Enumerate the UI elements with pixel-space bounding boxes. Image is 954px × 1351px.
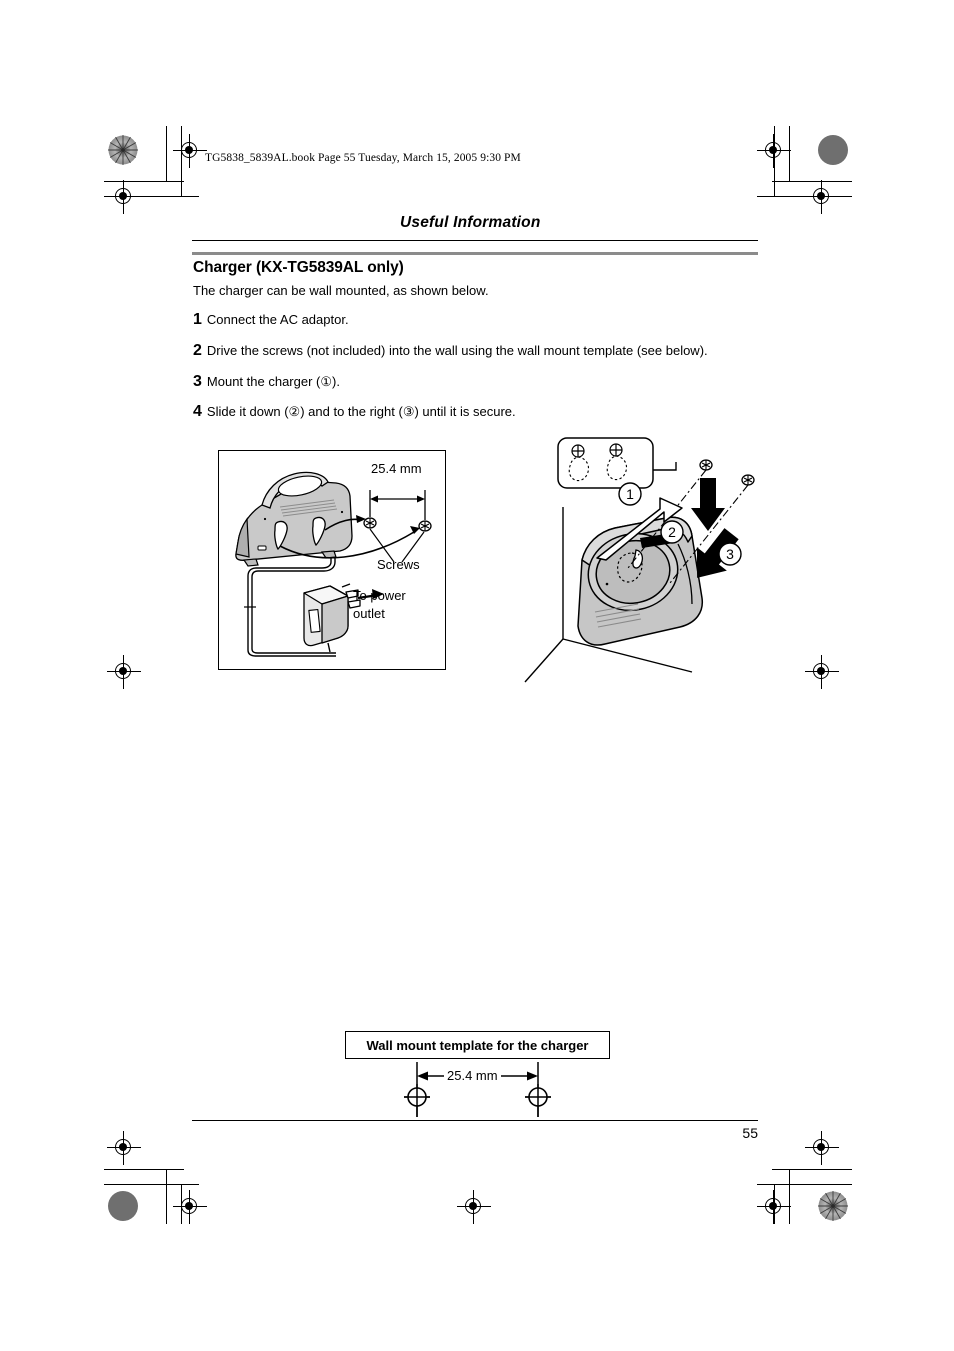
wall-mount-template-dimension-label: 25.4 mm <box>444 1068 501 1083</box>
step-1: 1 Connect the AC adaptor. <box>193 311 349 329</box>
crop-mark-bottom-left-h2 <box>104 1184 199 1186</box>
svg-text:2: 2 <box>668 524 676 540</box>
figure-left-screws-label: Screws <box>377 557 420 572</box>
step-1-number: 1 <box>193 311 202 328</box>
registration-mark-top-left-outer <box>107 180 141 214</box>
step-3-number: 3 <box>193 373 202 390</box>
crop-mark-top-left-v <box>166 126 168 181</box>
crop-mark-bottom-right-h <box>772 1169 852 1171</box>
screw-head-right <box>418 520 432 532</box>
figure-left-dimension-label: 25.4 mm <box>371 461 422 476</box>
wall-screw-lower <box>741 474 755 486</box>
intro-paragraph: The charger can be wall mounted, as show… <box>193 283 489 298</box>
step-1-text: Connect the AC adaptor. <box>206 312 349 327</box>
registration-mark-bottom-left-outer <box>107 1131 141 1165</box>
book-filename-line: TG5838_5839AL.book Page 55 Tuesday, Marc… <box>205 152 521 164</box>
figure-charger-wall-mount: 1 2 3 <box>524 437 755 683</box>
wall-template-card <box>557 437 677 489</box>
crop-mark-bottom-left-v <box>166 1169 168 1224</box>
section-rule <box>192 252 758 256</box>
wall-mount-template-caption: Wall mount template for the charger <box>366 1037 589 1053</box>
callout-circle-2: 2 <box>660 520 684 544</box>
figure-left-power-outlet-label-line2: outlet <box>353 606 385 621</box>
solid-dot-target-bottom-left <box>108 1191 138 1221</box>
registration-mark-bottom-right-outer <box>805 1131 839 1165</box>
svg-text:3: 3 <box>726 546 734 562</box>
callout-circle-1: 1 <box>618 482 642 506</box>
registration-mark-bottom-inner-right <box>757 1190 791 1224</box>
registration-mark-top-inner-left <box>173 134 207 168</box>
svg-text:1: 1 <box>626 486 634 502</box>
halftone-star-target-bottom-right <box>818 1191 848 1221</box>
footer-rule <box>192 1120 758 1122</box>
page-number: 55 <box>742 1125 758 1141</box>
step-2: 2 Drive the screws (not included) into th… <box>193 342 708 360</box>
document-page: TG5838_5839AL.book Page 55 Tuesday, Marc… <box>0 0 954 1351</box>
registration-mark-bottom-center <box>457 1190 491 1224</box>
halftone-star-target-top-left <box>108 135 138 165</box>
registration-mark-bottom-inner-left <box>173 1190 207 1224</box>
solid-dot-target-top-right <box>818 135 848 165</box>
wall-mount-template-caption-box: Wall mount template for the charger <box>345 1031 610 1059</box>
registration-mark-middle-right <box>805 655 839 689</box>
page-title: Charger (KX-TG5839AL only) <box>193 259 404 276</box>
running-head: Useful Information <box>400 214 541 231</box>
callout-circle-3: 3 <box>718 542 742 566</box>
step-4-number: 4 <box>193 403 202 420</box>
header-rule <box>192 240 758 242</box>
step-4-text: Slide it down (②) and to the right (③) u… <box>206 404 516 419</box>
step-3: 3 Mount the charger (①). <box>193 373 340 391</box>
figure-left-power-outlet-label-line1: To power <box>353 588 406 603</box>
step-4: 4 Slide it down (②) and to the right (③) … <box>193 403 516 421</box>
registration-mark-middle-left <box>107 655 141 689</box>
registration-mark-top-inner-right <box>757 134 791 168</box>
registration-mark-top-right-outer <box>805 180 839 214</box>
step-2-number: 2 <box>193 342 202 359</box>
crop-mark-bottom-right-h2 <box>757 1184 852 1186</box>
wall-screw-upper <box>699 459 713 471</box>
crop-mark-bottom-left-h <box>104 1169 184 1171</box>
step-2-text: Drive the screws (not included) into the… <box>206 343 708 358</box>
screw-head-left <box>363 517 377 529</box>
step-3-text: Mount the charger (①). <box>206 374 340 389</box>
